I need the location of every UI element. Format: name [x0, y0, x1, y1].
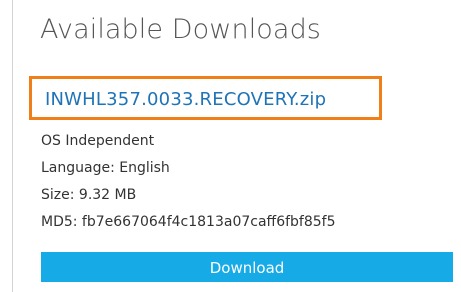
os-info: OS Independent	[41, 133, 155, 149]
file-download-link[interactable]: INWHL357.0033.RECOVERY.zip	[45, 89, 326, 110]
available-downloads-panel: Available Downloads INWHL357.0033.RECOVE…	[0, 0, 461, 292]
panel-heading: Available Downloads	[40, 14, 321, 45]
panel-left-border	[12, 0, 13, 292]
size-info: Size: 9.32 MB	[41, 187, 137, 203]
download-button[interactable]: Download	[41, 252, 453, 282]
language-info: Language: English	[41, 160, 170, 176]
md5-info: MD5: fb7e667064f4c1813a07caff6fbf85f5	[41, 214, 336, 230]
file-highlight-box: INWHL357.0033.RECOVERY.zip	[29, 76, 382, 120]
